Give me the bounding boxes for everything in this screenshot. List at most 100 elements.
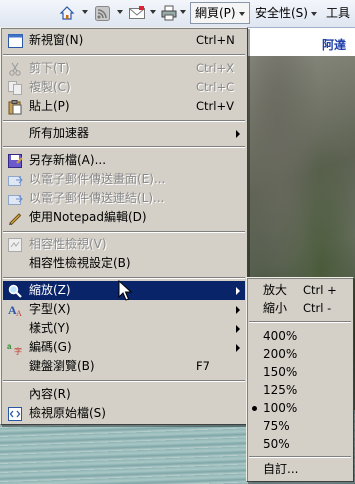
menu-item-label: 複製(C) — [29, 80, 71, 94]
menu-item-email-page[interactable]: 以電子郵件傳送畫面(E)... — [3, 170, 245, 189]
menu-item-caret-browsing[interactable]: 鍵盤瀏覽(B) F7 — [3, 357, 245, 376]
menu-separator — [3, 146, 245, 148]
menu-item-label: 150% — [263, 365, 298, 379]
menu-item-label: 所有加速器 — [29, 126, 90, 140]
chevron-down-icon — [238, 11, 245, 16]
print-icon[interactable] — [160, 4, 178, 22]
menu-item-label: 縮小 — [263, 301, 288, 315]
menu-item-shortcut: Ctrl+C — [196, 80, 235, 94]
submenu-arrow-icon — [236, 344, 240, 352]
submenu-arrow-icon — [236, 306, 240, 314]
zoom-in-item[interactable]: 放大 Ctrl + — [249, 281, 351, 300]
font-icon: AA — [7, 302, 23, 318]
menu-item-shortcut: Ctrl - — [303, 301, 332, 315]
menu-item-edit-notepad[interactable]: 使用Notepad編輯(D) — [3, 208, 245, 227]
svg-text:a: a — [7, 342, 12, 351]
menu-item-label: 50% — [263, 437, 290, 451]
zoom-level-200[interactable]: 200% — [249, 345, 351, 364]
submenu-arrow-icon — [236, 287, 240, 295]
menu-separator — [3, 120, 245, 122]
menu-item-label: 自訂... — [263, 462, 299, 476]
tools-menu-label: 工具 — [326, 6, 351, 20]
menu-item-encoding[interactable]: a字 編碼(G) — [3, 338, 245, 357]
email-link-icon — [7, 191, 23, 207]
menu-item-label: 縮放(Z) — [29, 283, 71, 297]
svg-text:A: A — [16, 309, 22, 317]
menu-item-shortcut: Ctrl+X — [196, 61, 234, 75]
menu-item-label: 400% — [263, 329, 298, 343]
menu-separator — [3, 231, 245, 233]
save-icon — [7, 153, 23, 169]
menu-item-shortcut: Ctrl+V — [196, 99, 234, 113]
menu-item-label: 剪下(T) — [29, 61, 70, 75]
home-icon[interactable] — [58, 4, 76, 22]
menu-item-label: 放大 — [263, 283, 288, 297]
menu-item-label: 125% — [263, 383, 298, 397]
menu-item-label: 使用Notepad編輯(D) — [29, 210, 147, 224]
email-page-icon — [7, 172, 23, 188]
page-menu-label: 網頁(P) — [195, 6, 236, 20]
menu-item-save-as[interactable]: 另存新檔(A)... — [3, 151, 245, 170]
zoom-level-100[interactable]: 100% — [249, 399, 351, 418]
menu-item-label: 以電子郵件傳送連結(L)... — [29, 191, 165, 205]
home-dropdown-icon[interactable] — [82, 10, 88, 14]
menu-item-label: 以電子郵件傳送畫面(E)... — [29, 172, 166, 186]
menu-item-shortcut: F7 — [196, 359, 210, 373]
menu-item-label: 100% — [263, 401, 298, 415]
menu-item-paste[interactable]: 貼上(P) Ctrl+V — [3, 97, 245, 116]
menu-item-label: 貼上(P) — [29, 99, 70, 113]
mail-dropdown-icon[interactable] — [150, 10, 156, 14]
menu-separator — [3, 54, 245, 56]
menu-item-label: 另存新檔(A)... — [29, 153, 107, 167]
zoom-submenu: 放大 Ctrl + 縮小 Ctrl - 400% 200% 150% 125% … — [246, 277, 354, 482]
zoom-icon — [7, 283, 23, 299]
zoom-level-75[interactable]: 75% — [249, 417, 351, 436]
paste-icon — [7, 99, 23, 115]
menu-item-new-window[interactable]: 新視窗(N) Ctrl+N — [3, 31, 245, 50]
scissors-icon — [7, 61, 23, 77]
print-dropdown-icon[interactable] — [180, 10, 186, 14]
zoom-level-125[interactable]: 125% — [249, 381, 351, 400]
menu-item-style[interactable]: 樣式(Y) — [3, 319, 245, 338]
menu-item-cut[interactable]: 剪下(T) Ctrl+X — [3, 59, 245, 78]
menu-separator — [3, 380, 245, 382]
menu-item-view-source[interactable]: 檢視原始檔(S) — [3, 404, 245, 423]
menu-item-label: 檢視原始檔(S) — [29, 406, 106, 420]
chevron-down-icon — [310, 11, 317, 16]
mouse-cursor-icon — [118, 280, 133, 301]
menu-item-email-link[interactable]: 以電子郵件傳送連結(L)... — [3, 189, 245, 208]
page-link-text[interactable]: 阿達 — [322, 36, 346, 53]
zoom-level-400[interactable]: 400% — [249, 327, 351, 346]
menu-item-shortcut: Ctrl+N — [196, 33, 235, 47]
zoom-out-item[interactable]: 縮小 Ctrl - — [249, 299, 351, 318]
menu-item-shortcut: Ctrl + — [303, 283, 337, 297]
copy-icon — [7, 80, 23, 96]
menu-item-label: 相容性檢視(V) — [29, 237, 107, 251]
zoom-level-50[interactable]: 50% — [249, 435, 351, 454]
page-dropdown-menu: 新視窗(N) Ctrl+N 剪下(T) Ctrl+X 複製(C) Ctrl+C … — [0, 27, 248, 425]
menu-item-all-accelerators[interactable]: 所有加速器 — [3, 124, 245, 143]
menu-item-compat-view-settings[interactable]: 相容性檢視設定(B) — [3, 254, 245, 273]
svg-text:字: 字 — [14, 346, 22, 355]
compat-view-icon — [7, 237, 23, 253]
pencil-icon — [7, 210, 23, 226]
view-source-icon — [7, 406, 23, 422]
menu-separator — [249, 456, 351, 458]
safety-menu-button[interactable]: 安全性(S) — [251, 3, 321, 23]
selected-bullet-icon — [252, 406, 257, 411]
new-window-icon — [7, 33, 23, 49]
menu-item-compat-view[interactable]: 相容性檢視(V) — [3, 235, 245, 254]
menu-item-label: 75% — [263, 419, 290, 433]
menu-item-label: 相容性檢視設定(B) — [29, 256, 131, 270]
menu-item-properties[interactable]: 內容(R) — [3, 385, 245, 404]
feed-dropdown-icon[interactable] — [117, 10, 123, 14]
zoom-custom-item[interactable]: 自訂... — [249, 460, 351, 479]
menu-item-copy[interactable]: 複製(C) Ctrl+C — [3, 78, 245, 97]
mail-icon[interactable] — [128, 4, 146, 22]
menu-item-text-size[interactable]: AA 字型(X) — [3, 300, 245, 319]
menu-item-label: 內容(R) — [29, 387, 71, 401]
rss-feed-icon[interactable] — [93, 4, 111, 22]
zoom-level-150[interactable]: 150% — [249, 363, 351, 382]
page-menu-button[interactable]: 網頁(P) — [190, 2, 250, 24]
tools-menu-button[interactable]: 工具 — [322, 3, 354, 23]
